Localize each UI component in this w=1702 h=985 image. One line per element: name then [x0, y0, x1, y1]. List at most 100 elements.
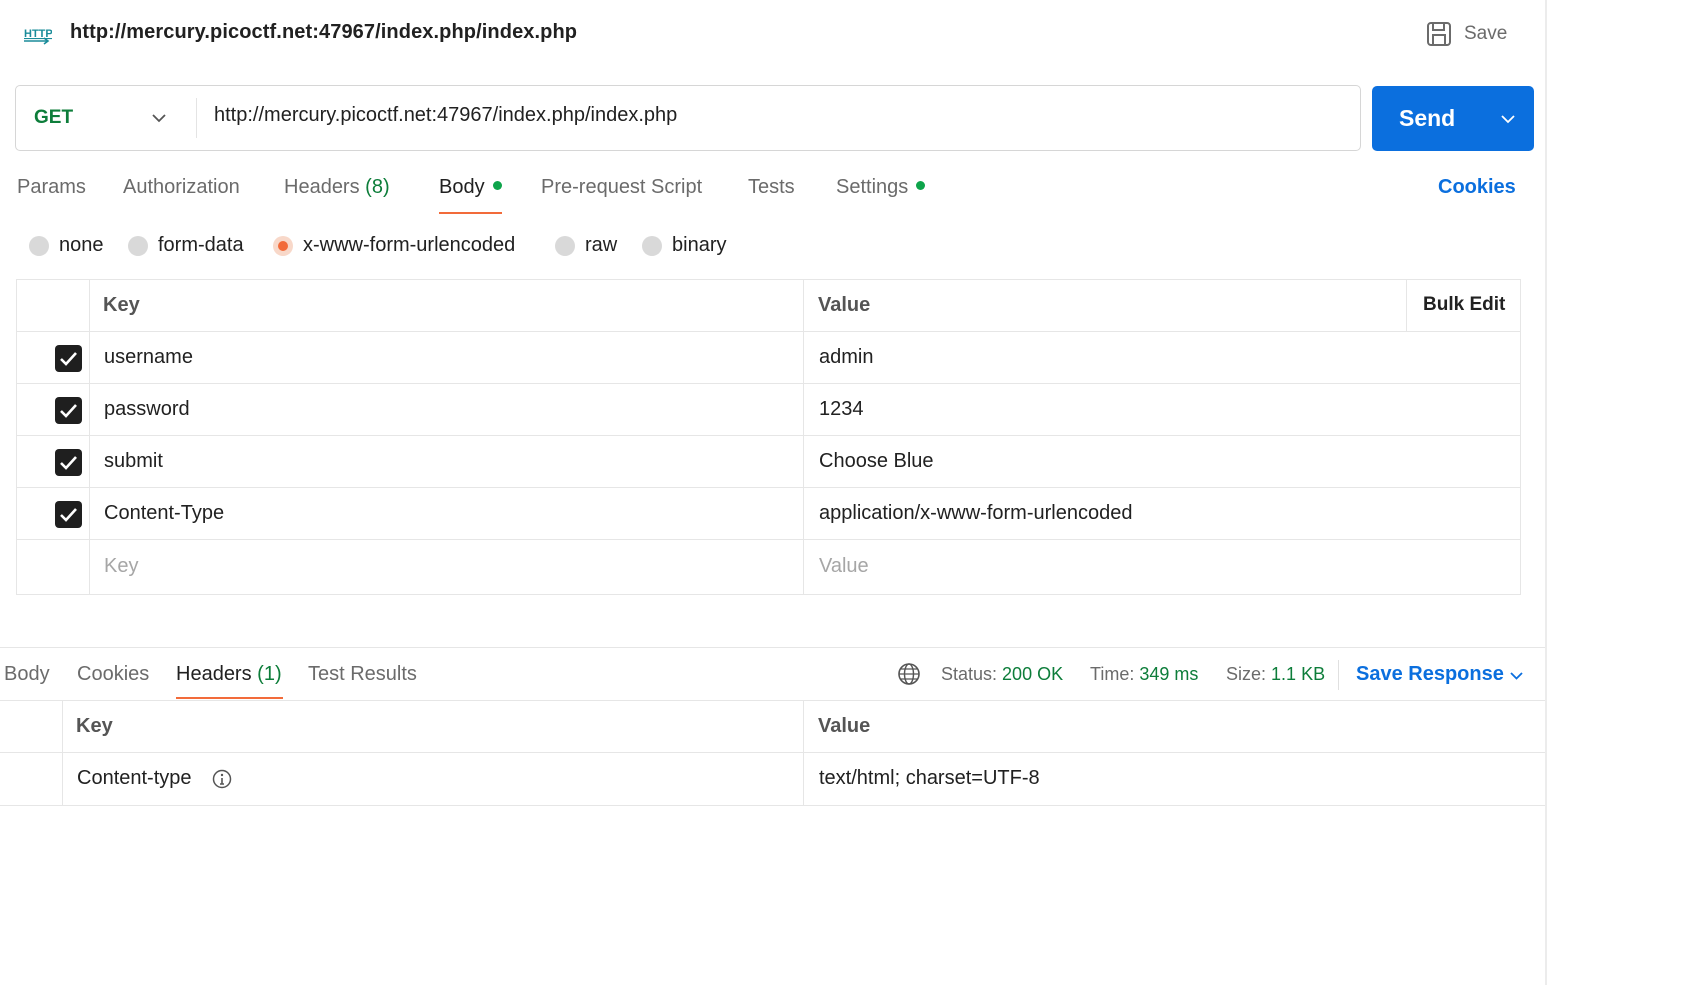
divider [62, 701, 63, 805]
radio-x-www-form-urlencoded[interactable]: x-www-form-urlencoded [273, 234, 515, 257]
tab-params[interactable]: Params [17, 176, 86, 199]
radio-label: none [59, 234, 104, 256]
radio-icon [642, 235, 662, 256]
divider [1338, 660, 1339, 690]
response-headers-table: Key Value Content-type text/html; charse… [0, 700, 1545, 806]
check-icon [60, 456, 77, 470]
tab-label: Headers [176, 663, 252, 685]
tab-label: Test Results [308, 663, 417, 685]
globe-icon[interactable] [897, 662, 921, 686]
headers-count: (8) [365, 176, 390, 198]
divider [803, 701, 804, 805]
bulk-edit-button[interactable]: Bulk Edit [1423, 294, 1505, 316]
size-value: 1.1 KB [1271, 664, 1326, 684]
table-row: Content-type text/html; charset=UTF-8 [0, 753, 1545, 805]
divider [196, 98, 197, 138]
window-edge [1545, 0, 1547, 985]
param-value[interactable]: admin [819, 346, 873, 369]
row-enabled-checkbox[interactable] [55, 449, 82, 476]
method-label: GET [34, 107, 74, 128]
radio-label: binary [672, 234, 727, 256]
cookies-link[interactable]: Cookies [1438, 176, 1516, 199]
radio-icon [128, 235, 148, 256]
tab-headers[interactable]: Headers (8) [284, 176, 390, 199]
response-time[interactable]: Time: 349 ms [1090, 664, 1198, 685]
response-tab-headers[interactable]: Headers (1) [176, 663, 282, 686]
divider [1406, 280, 1407, 332]
param-value[interactable]: application/x-www-form-urlencoded [819, 502, 1132, 525]
response-tab-cookies[interactable]: Cookies [77, 663, 149, 686]
response-tab-test-results[interactable]: Test Results [308, 663, 417, 686]
param-key[interactable]: password [104, 398, 190, 421]
tab-label: Params [17, 176, 86, 198]
new-key-input[interactable]: Key [104, 555, 138, 578]
key-column-header: Key [103, 294, 140, 316]
active-tab-indicator [176, 697, 283, 699]
check-icon [60, 404, 77, 418]
radio-form-data[interactable]: form-data [128, 234, 244, 257]
response-size[interactable]: Size: 1.1 KB [1226, 664, 1325, 685]
radio-icon [555, 235, 575, 256]
table-row: username admin [17, 332, 1520, 384]
table-row: Content-Type application/x-www-form-urle… [17, 488, 1520, 540]
method-select[interactable]: GET [16, 86, 196, 150]
http-icon: HTTP [24, 28, 52, 45]
param-value[interactable]: Choose Blue [819, 450, 934, 473]
tab-label: Authorization [123, 176, 240, 198]
tab-label: Pre-request Script [541, 176, 703, 198]
save-button[interactable]: Save [1426, 20, 1507, 48]
radio-raw[interactable]: raw [555, 234, 617, 257]
chevron-down-icon [152, 114, 166, 123]
divider [803, 280, 804, 594]
tab-body[interactable]: Body [439, 176, 502, 199]
divider [89, 280, 90, 594]
request-title[interactable]: http://mercury.picoctf.net:47967/index.p… [70, 21, 577, 44]
param-key[interactable]: username [104, 346, 193, 369]
chevron-down-icon[interactable] [1499, 110, 1517, 128]
divider [0, 647, 1545, 648]
tab-label: Body [439, 176, 485, 198]
svg-text:HTTP: HTTP [24, 28, 52, 40]
key-column-header: Key [76, 715, 113, 737]
chevron-down-icon[interactable] [1508, 667, 1525, 684]
modified-dot-icon [916, 181, 926, 190]
save-response-button[interactable]: Save Response [1356, 663, 1504, 686]
table-row: submit Choose Blue [17, 436, 1520, 488]
tab-label: Headers [284, 176, 360, 198]
param-value[interactable]: 1234 [819, 398, 864, 421]
param-key[interactable]: Content-Type [104, 502, 224, 525]
header-value: text/html; charset=UTF-8 [819, 767, 1040, 789]
send-label: Send [1399, 105, 1456, 131]
radio-none[interactable]: none [29, 234, 104, 257]
url-input[interactable] [214, 104, 1334, 127]
status-label: Status: [941, 664, 998, 684]
tab-pre-request-script[interactable]: Pre-request Script [541, 176, 702, 199]
active-tab-indicator [439, 212, 502, 214]
request-tabs: Params Authorization Headers (8) Body Pr… [0, 170, 1545, 220]
radio-binary[interactable]: binary [642, 234, 726, 257]
check-icon [60, 508, 77, 522]
param-key[interactable]: submit [104, 450, 163, 473]
response-tabs: Body Cookies Headers (1) Test Results St… [0, 650, 1545, 700]
row-enabled-checkbox[interactable] [55, 345, 82, 372]
info-icon[interactable] [212, 769, 232, 789]
save-label: Save [1464, 23, 1508, 44]
tab-settings[interactable]: Settings [836, 176, 926, 199]
tab-tests[interactable]: Tests [748, 176, 795, 199]
radio-selected-icon [273, 235, 293, 256]
status-value: 200 OK [1002, 664, 1064, 684]
body-type-selector: none form-data x-www-form-urlencoded raw… [0, 230, 1545, 266]
table-header-row: Key Value Bulk Edit [17, 280, 1520, 332]
row-enabled-checkbox[interactable] [55, 501, 82, 528]
check-icon [60, 352, 77, 366]
tab-label: Tests [748, 176, 795, 198]
response-tab-body[interactable]: Body [4, 663, 50, 686]
response-status[interactable]: Status: 200 OK [941, 664, 1063, 685]
tab-label: Settings [836, 176, 909, 198]
new-value-input[interactable]: Value [819, 555, 869, 578]
send-button[interactable]: Send [1372, 86, 1534, 151]
row-enabled-checkbox[interactable] [55, 397, 82, 424]
value-column-header: Value [818, 715, 871, 737]
tab-authorization[interactable]: Authorization [123, 176, 240, 199]
time-label: Time: [1090, 664, 1135, 684]
